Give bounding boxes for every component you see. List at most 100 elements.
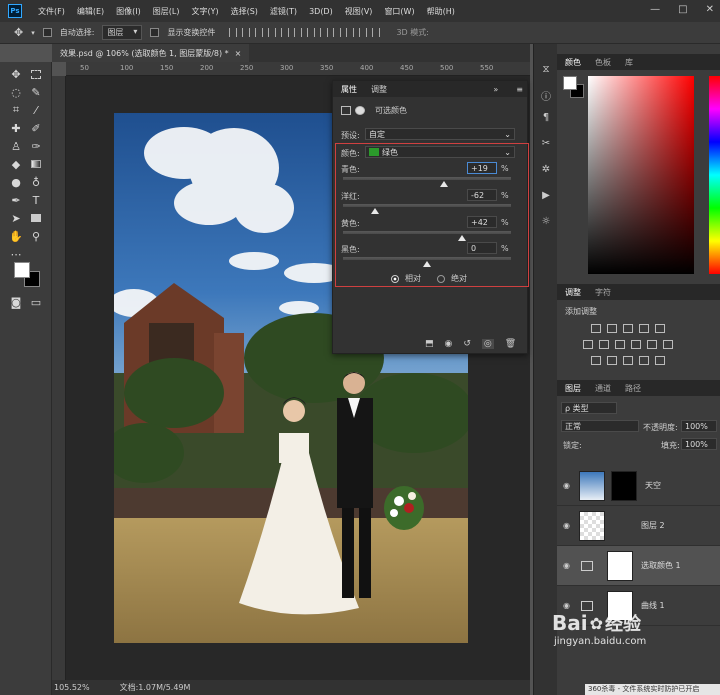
minimize-button[interactable]: — [650,4,660,15]
close-tab-icon[interactable]: × [235,49,242,58]
cyan-input[interactable]: +19 [467,162,497,174]
clip-to-layer-icon[interactable]: ⬒ [425,339,434,349]
view-previous-icon[interactable]: ◉ [445,339,453,349]
magenta-input[interactable]: -62 [467,189,497,201]
lasso-tool-icon[interactable]: ◌ [8,84,24,100]
vibrance-icon[interactable] [655,324,665,333]
eye-icon[interactable]: ◉ [563,561,575,570]
screen-mode-icon[interactable]: ▭ [28,294,44,310]
align-bottom-icon[interactable] [255,28,264,37]
color-balance-icon[interactable] [599,340,609,349]
play-icon[interactable]: ▶ [539,188,553,202]
yellow-slider[interactable] [343,231,511,241]
marquee-tool-icon[interactable] [28,66,44,82]
tab-color[interactable]: 颜色 [565,57,581,68]
reset-icon[interactable]: ↺ [463,339,471,349]
distribute-top-icon[interactable] [307,28,316,37]
bw-icon[interactable] [615,340,625,349]
menu-view[interactable]: 视图(V) [339,6,379,17]
brightness-icon[interactable] [591,324,601,333]
distribute-right-icon[interactable] [372,28,381,37]
trash-icon[interactable]: 🗑 [505,339,516,349]
align-top-icon[interactable] [229,28,238,37]
preset-dropdown[interactable]: 自定 ⌄ [365,128,515,140]
layer-row[interactable]: ◉ 图层 2 [557,506,720,546]
rectangle-tool-icon[interactable] [28,210,44,226]
distribute-bottom-icon[interactable] [333,28,342,37]
type-tool-icon[interactable]: T [28,192,44,208]
auto-select-checkbox[interactable] [42,28,52,37]
layer-mask-thumbnail[interactable] [607,550,633,581]
maximize-button[interactable]: □ [678,4,687,15]
yellow-input[interactable]: +42 [467,216,497,228]
tab-adjustments-panel[interactable]: 调整 [565,287,581,298]
more-tools-icon[interactable]: ⋯ [8,246,24,262]
distribute-vcenter-icon[interactable] [320,28,329,37]
tab-channels[interactable]: 通道 [595,383,611,394]
fg-swatch[interactable] [563,76,577,90]
hand-tool-icon[interactable]: ✋ [8,228,24,244]
align-left-icon[interactable] [268,28,277,37]
slider-thumb[interactable] [458,235,467,241]
distribute-left-icon[interactable] [346,28,355,37]
menu-type[interactable]: 文字(Y) [185,6,224,17]
gradient-tool-icon[interactable] [28,156,44,172]
hue-sat-icon[interactable] [583,340,593,349]
menu-select[interactable]: 选择(S) [225,6,264,17]
tab-character[interactable]: 字符 [595,287,611,298]
tool-preset-icon[interactable]: ✲ [539,162,553,176]
healing-brush-tool-icon[interactable]: ✚ [8,120,24,136]
info-icon[interactable]: ⓘ [539,88,553,103]
brush-tool-icon[interactable]: ✐ [28,120,44,136]
cyan-slider[interactable] [343,177,511,187]
move-tool-icon[interactable]: ✥ [8,66,24,82]
slider-thumb[interactable] [423,261,431,267]
curves-icon[interactable] [623,324,633,333]
menu-3d[interactable]: 3D(D) [303,7,339,16]
dodge-tool-icon[interactable]: ♁ [28,174,44,190]
color-picker-field[interactable] [588,76,694,274]
pen-tool-icon[interactable]: ✒ [8,192,24,208]
photo-filter-icon[interactable] [631,340,641,349]
slider-thumb[interactable] [439,181,448,187]
mask-icon[interactable] [355,106,365,115]
adjust-icon[interactable]: ✂ [539,136,553,150]
crop-tool-icon[interactable]: ⌗ [8,102,24,118]
black-input[interactable]: 0 [467,242,497,254]
eraser-tool-icon[interactable]: ◆ [8,156,24,172]
quick-mask-icon[interactable]: ◙ [8,294,24,310]
tab-library[interactable]: 库 [625,57,633,68]
distribute-hcenter-icon[interactable] [359,28,368,37]
quick-select-tool-icon[interactable]: ✎ [28,84,44,100]
layer-row-selected[interactable]: ◉ 选取颜色 1 [557,546,720,586]
blend-mode-dropdown[interactable]: 正常 [561,420,639,432]
menu-filter[interactable]: 滤镜(T) [264,6,303,17]
clone-stamp-tool-icon[interactable]: ♙ [8,138,24,154]
black-slider[interactable] [343,257,511,267]
lightbulb-icon[interactable]: ☼ [539,214,553,228]
move-tool-icon[interactable]: ✥ [14,26,23,39]
show-transform-checkbox[interactable] [150,28,160,37]
brush-preset-icon[interactable]: ¶ [539,110,553,124]
menu-layer[interactable]: 图层(L) [147,6,186,17]
tab-properties[interactable]: 属性 [341,84,357,95]
zoom-tool-icon[interactable]: ⚲ [28,228,44,244]
threshold-icon[interactable] [623,356,633,365]
align-hcenter-icon[interactable] [281,28,290,37]
absolute-radio[interactable] [437,274,445,283]
tab-paths[interactable]: 路径 [625,383,641,394]
close-button[interactable]: ✕ [706,4,714,15]
eye-icon[interactable]: ◉ [563,601,575,610]
eye-icon[interactable]: ◉ [563,521,575,530]
tab-swatches[interactable]: 色板 [595,57,611,68]
document-tab[interactable]: 效果.psd @ 106% (选取颜色 1, 图层蒙版/8) * × [52,44,250,62]
foreground-color-swatch[interactable] [14,262,30,278]
posterize-icon[interactable] [607,356,617,365]
color-dropdown[interactable]: 绿色 ⌄ [365,146,515,158]
chevron-down-icon[interactable]: ▾ [31,29,35,37]
layer-filter-dropdown[interactable]: ρ 类型 [561,402,617,414]
hue-slider[interactable] [709,76,720,274]
zoom-level[interactable]: 105.52% [54,683,90,692]
path-select-tool-icon[interactable]: ➤ [8,210,24,226]
slider-thumb[interactable] [370,208,379,214]
